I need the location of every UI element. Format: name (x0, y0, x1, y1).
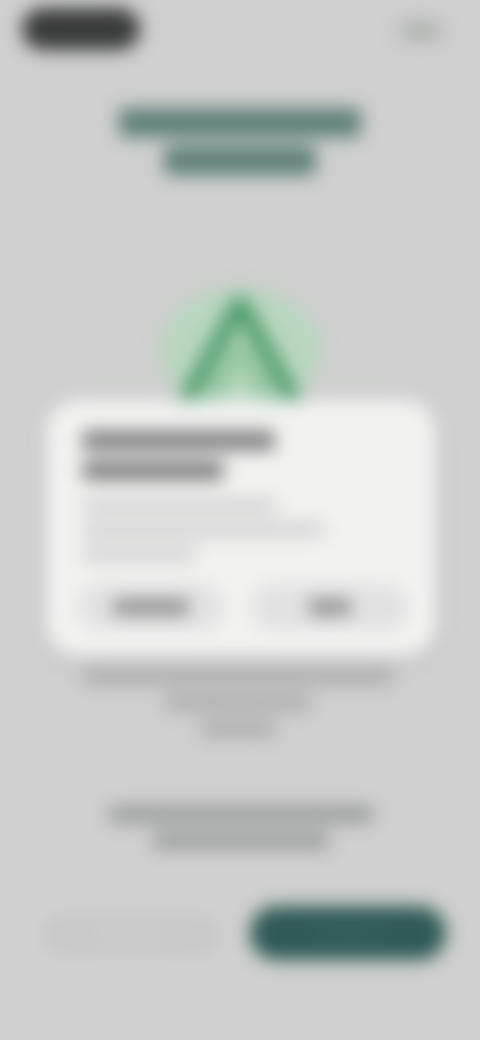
permission-description: You can change these permissions at any … (40, 664, 436, 742)
consent-text: By continuing you agree to our Terms of … (36, 802, 446, 854)
dialog-message: We use this data to personalise your exp… (82, 494, 402, 566)
permission-dialog: Allow the app to access your health data… (46, 400, 436, 656)
dialog-title: Allow the app to access your health data… (82, 426, 392, 486)
not-now-button[interactable]: Not now (34, 906, 228, 964)
brand-logo: Logo (22, 8, 140, 50)
deny-button[interactable]: Don't Allow (78, 584, 224, 630)
skip-link[interactable]: Skip (398, 20, 442, 42)
title-line-2: yours, always (163, 146, 317, 175)
continue-button[interactable]: Continue (250, 906, 446, 960)
dialog-title-line-2: your health data? (82, 461, 224, 480)
allow-button[interactable]: Allow (252, 584, 408, 630)
allow-button-label: Allow (309, 599, 351, 615)
dialog-title-line-1: Allow the app to access (82, 431, 275, 450)
shield-illustration-icon (160, 288, 320, 412)
deny-button-label: Don't Allow (112, 599, 190, 615)
description-line-2: in your phone settings (164, 694, 312, 711)
dialog-message-line-1: We use this data to personalise (82, 498, 278, 514)
consent-line-2: Service and Privacy Policy (152, 832, 330, 849)
onboarding-screen: Logo Skip Your health data stays yours, … (0, 0, 480, 1040)
learn-more-link[interactable]: Learn more (199, 720, 277, 737)
dialog-message-line-2: your experience and recommendations (82, 522, 325, 538)
consent-line-1: By continuing you agree to our Terms of (108, 806, 374, 823)
page-title: Your health data stays yours, always (52, 104, 428, 180)
title-line-1: Your health data stays (119, 108, 361, 137)
dialog-message-line-3: for your wellbeing. (82, 546, 196, 562)
description-line-1: You can change these permissions at any … (83, 668, 393, 685)
